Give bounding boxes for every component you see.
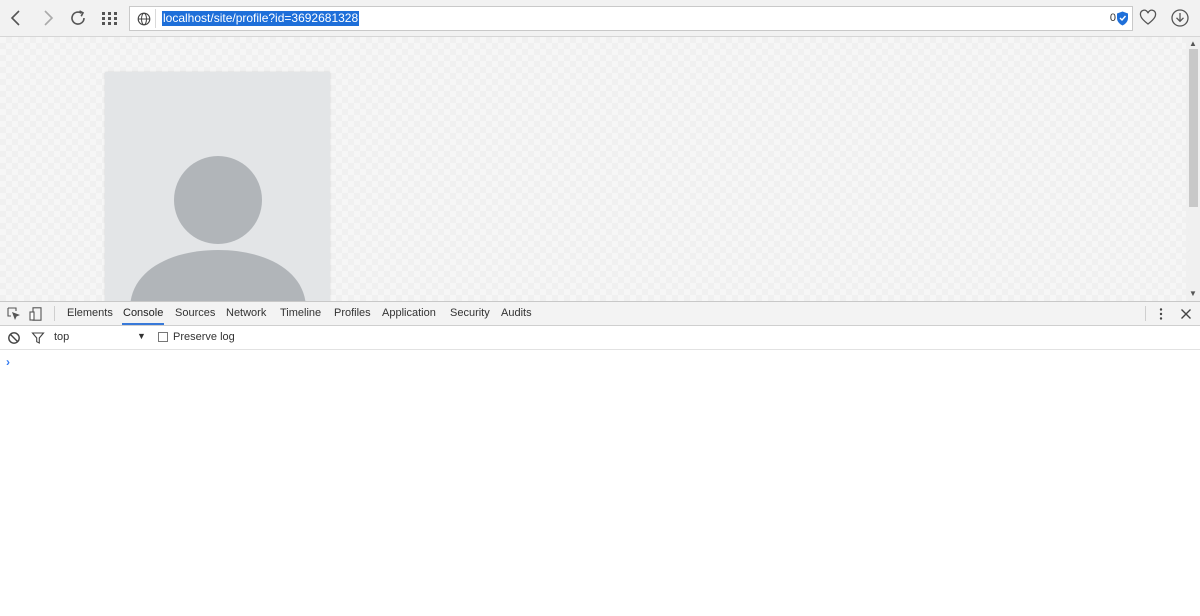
inspect-element-icon[interactable] [6, 306, 22, 322]
filter-icon[interactable] [30, 330, 46, 346]
console-toolbar: top ▼ Preserve log [0, 326, 1200, 350]
preserve-log-label[interactable]: Preserve log [173, 331, 235, 343]
grid-icon [102, 12, 117, 25]
person-placeholder-icon [130, 156, 306, 301]
console-prompt[interactable]: › [6, 355, 10, 369]
devtools-tab-bar: Elements Console Sources Network Timelin… [0, 302, 1200, 326]
toolbar-divider [1145, 306, 1146, 321]
reload-icon [71, 10, 85, 25]
bookmark-button[interactable] [1136, 6, 1160, 30]
devtools-panel: Elements Console Sources Network Timelin… [0, 301, 1200, 616]
clear-console-icon[interactable] [6, 330, 22, 346]
profile-avatar [105, 72, 330, 301]
download-icon [1171, 9, 1189, 27]
tab-timeline[interactable]: Timeline [279, 302, 322, 325]
scrollbar-thumb[interactable] [1189, 49, 1198, 207]
chevron-down-icon[interactable]: ▼ [1189, 289, 1197, 298]
address-bar[interactable]: localhost/site/profile?id=3692681328 0 [129, 6, 1133, 31]
toolbar-divider [54, 306, 55, 321]
browser-toolbar: localhost/site/profile?id=3692681328 0 [0, 0, 1200, 37]
tab-application[interactable]: Application [381, 302, 437, 325]
page-scrollbar[interactable]: ▲ ▼ [1186, 37, 1200, 301]
chevron-up-icon[interactable]: ▲ [1189, 39, 1197, 48]
forward-button[interactable] [36, 6, 60, 30]
more-options-icon[interactable] [1153, 306, 1169, 322]
context-selector[interactable]: top [54, 331, 69, 343]
heart-icon [1139, 9, 1157, 25]
shield-icon[interactable] [1116, 11, 1129, 26]
tab-console[interactable]: Console [122, 302, 165, 325]
tab-sources[interactable]: Sources [174, 302, 216, 325]
url-text[interactable]: localhost/site/profile?id=3692681328 [162, 11, 360, 26]
tab-audits[interactable]: Audits [500, 302, 533, 325]
device-mode-icon[interactable] [28, 306, 44, 322]
reload-button[interactable] [66, 6, 90, 30]
dropdown-arrow-icon[interactable]: ▼ [137, 331, 146, 341]
address-bar-divider [155, 9, 156, 28]
close-icon[interactable] [1178, 306, 1194, 322]
preserve-log-checkbox[interactable] [158, 332, 168, 342]
chevron-right-icon [44, 10, 54, 26]
page-viewport: ▲ ▼ [0, 37, 1200, 301]
tab-security[interactable]: Security [449, 302, 491, 325]
back-button[interactable] [4, 6, 28, 30]
tab-profiles[interactable]: Profiles [333, 302, 372, 325]
tab-network[interactable]: Network [225, 302, 267, 325]
globe-icon [135, 10, 152, 27]
tab-elements[interactable]: Elements [66, 302, 114, 325]
chevron-left-icon [10, 10, 20, 26]
downloads-button[interactable] [1168, 6, 1192, 30]
speed-dial-button[interactable] [98, 6, 122, 30]
